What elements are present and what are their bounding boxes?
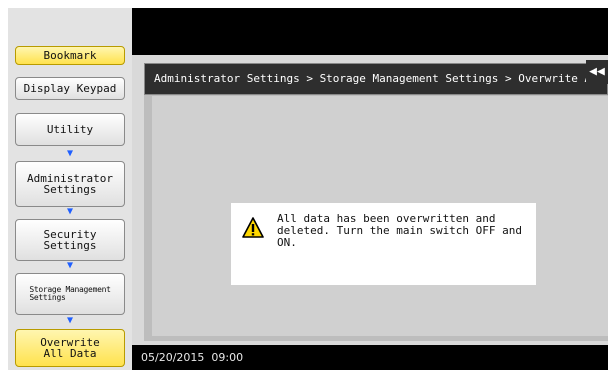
- status-bar: 05/20/2015 09:00: [132, 345, 608, 370]
- down-arrow-icon: ▼: [66, 315, 74, 326]
- sidebar: Bookmark Display Keypad Utility ▼ Admini…: [8, 8, 132, 370]
- message-box: All data has been overwritten and delete…: [231, 203, 536, 285]
- top-bar: [132, 8, 608, 55]
- nav-overwrite-all-data-label: Overwrite All Data: [40, 336, 100, 360]
- message-text: All data has been overwritten and delete…: [277, 213, 532, 249]
- nav-overwrite-all-data-button[interactable]: Overwrite All Data: [15, 329, 125, 367]
- down-arrow-icon: ▼: [66, 260, 74, 271]
- nav-storage-management-settings-button[interactable]: Storage Management Settings: [15, 273, 125, 315]
- nav-utility-button[interactable]: Utility: [15, 113, 125, 146]
- display-keypad-label: Display Keypad: [23, 82, 117, 95]
- down-arrow-icon: ▼: [66, 206, 74, 217]
- datetime: 05/20/2015 09:00: [141, 351, 244, 364]
- back-double-arrow-icon[interactable]: ◀◀: [586, 60, 608, 84]
- bookmark-button[interactable]: Bookmark: [15, 46, 125, 65]
- message-line-2: deleted. Turn the main switch OFF and ON…: [277, 224, 523, 249]
- content-area: All data has been overwritten and delete…: [152, 96, 608, 336]
- nav-administrator-settings-label: Administrator Settings: [26, 172, 114, 196]
- display-keypad-button[interactable]: Display Keypad: [15, 77, 125, 100]
- bookmark-label: Bookmark: [43, 49, 97, 62]
- down-arrow-icon: ▼: [66, 148, 74, 159]
- nav-utility-label: Utility: [46, 123, 94, 136]
- warning-icon: [242, 217, 264, 238]
- main-panel: Administrator Settings > Storage Managem…: [144, 63, 608, 341]
- nav-storage-management-settings-label: Storage Management Settings: [29, 285, 111, 302]
- nav-security-settings-button[interactable]: Security Settings: [15, 219, 125, 261]
- breadcrumb: Administrator Settings > Storage Managem…: [144, 63, 608, 95]
- panel-screen: Bookmark Display Keypad Utility ▼ Admini…: [8, 8, 608, 370]
- nav-security-settings-label: Security Settings: [43, 228, 97, 252]
- nav-administrator-settings-button[interactable]: Administrator Settings: [15, 161, 125, 207]
